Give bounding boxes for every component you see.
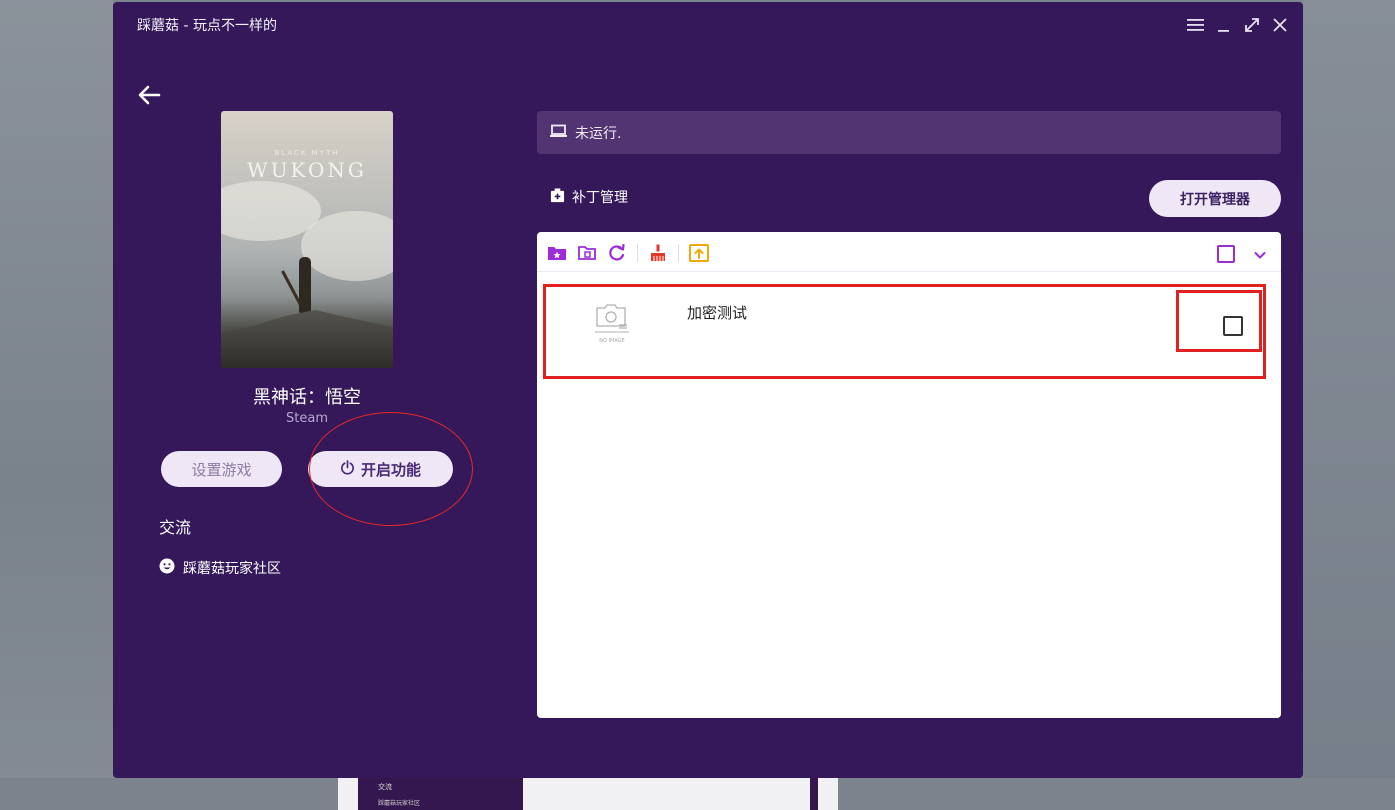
no-image-label: NO IMAGE (599, 338, 625, 344)
cover-brand-line1: BLACK MYTH (274, 149, 340, 157)
window-controls (1187, 16, 1289, 34)
toolbar-divider (678, 244, 679, 262)
status-bar: 未运行. (537, 111, 1281, 154)
close-icon[interactable] (1271, 16, 1289, 34)
title-bar[interactable]: 踩蘑菇 - 玩点不一样的 (113, 2, 1303, 46)
back-arrow-icon[interactable] (137, 84, 163, 108)
game-cover-image: BLACK MYTH WUKONG (221, 111, 393, 368)
window-title: 踩蘑菇 - 玩点不一样的 (137, 18, 277, 34)
enable-feature-button[interactable]: 开启功能 (308, 451, 453, 487)
patch-item-checkbox[interactable] (1223, 316, 1243, 336)
laptop-icon (550, 124, 567, 142)
desktop-background-right (1303, 0, 1395, 810)
status-text: 未运行. (575, 125, 622, 142)
background-mini-label: 交流 (378, 783, 392, 791)
patch-section-label: 补丁管理 (550, 187, 628, 207)
export-icon[interactable] (689, 244, 709, 262)
desktop-background-left (0, 0, 113, 810)
folder-open-icon[interactable] (577, 244, 597, 262)
select-all-checkbox[interactable] (1217, 245, 1235, 263)
toolbar-divider (637, 244, 638, 262)
game-title: 黑神话：悟空 (253, 387, 361, 408)
folder-star-icon[interactable] (547, 244, 567, 262)
hospital-icon (550, 187, 565, 207)
refresh-icon[interactable] (607, 243, 627, 262)
cover-brand-line2: WUKONG (247, 158, 367, 182)
clean-brush-icon[interactable] (648, 244, 668, 262)
minimize-icon[interactable] (1215, 16, 1233, 34)
background-mini-label: 踩蘑菇玩家社区 (378, 800, 421, 807)
desktop-background-bottom: 交流 踩蘑菇玩家社区 (0, 778, 1395, 810)
patch-item-name: 加密测试 (687, 304, 748, 322)
patch-list-item[interactable]: NO IMAGE 加密测试 (537, 276, 1281, 376)
background-window-mini-edge (810, 778, 818, 810)
menu-icon[interactable] (1187, 16, 1205, 34)
patch-toolbar (537, 232, 1281, 272)
chevron-down-icon[interactable] (1253, 247, 1267, 261)
enable-feature-label: 开启功能 (360, 460, 421, 479)
power-icon (340, 459, 355, 479)
game-platform: Steam (286, 411, 328, 426)
setup-game-button[interactable]: 设置游戏 (161, 451, 282, 487)
patch-list-panel: NO IMAGE 加密测试 (537, 232, 1281, 718)
setup-game-label: 设置游戏 (191, 460, 252, 479)
no-image-icon (593, 302, 631, 342)
exchange-heading: 交流 (159, 518, 192, 537)
app-window: 踩蘑菇 - 玩点不一样的 BLACK MYTH WUKONG 黑神话：悟空 St… (113, 2, 1303, 778)
open-manager-button[interactable]: 打开管理器 (1149, 180, 1281, 217)
patch-section-title: 补丁管理 (572, 190, 628, 206)
open-manager-label: 打开管理器 (1180, 191, 1250, 208)
community-link[interactable]: 踩蘑菇玩家社区 (159, 558, 281, 578)
cover-cloud (301, 211, 393, 281)
community-label: 踩蘑菇玩家社区 (183, 561, 281, 577)
maximize-icon[interactable] (1243, 16, 1261, 34)
smiley-icon (159, 558, 175, 578)
cover-rock (221, 310, 393, 368)
cover-figure (299, 257, 311, 313)
